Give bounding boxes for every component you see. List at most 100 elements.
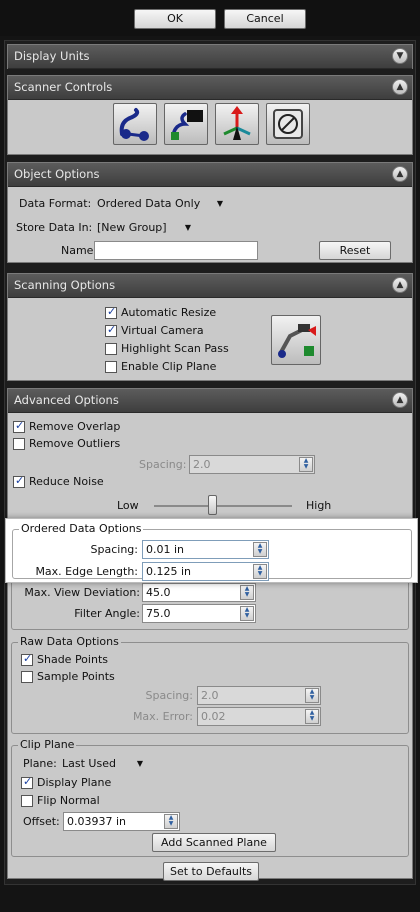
virtual-camera-label: Virtual Camera — [121, 324, 204, 337]
max-view-deviation-label: Max. View Deviation: — [24, 586, 140, 599]
display-plane-checkbox[interactable] — [21, 775, 33, 789]
noise-slider-track[interactable] — [154, 505, 292, 507]
add-scanned-plane-button[interactable]: Add Scanned Plane — [152, 833, 276, 852]
panel-header-display-units[interactable]: Display Units ▼ — [8, 45, 412, 69]
filter-angle-label: Filter Angle: — [74, 607, 140, 620]
panel-scanner-controls: Scanner Controls ▲ — [7, 75, 413, 155]
scanner-settings-icon[interactable] — [266, 103, 310, 145]
name-input[interactable] — [94, 241, 258, 260]
offset-input[interactable]: 0.03937 in ▲ ▼ — [63, 812, 180, 831]
panel-header-advanced-options[interactable]: Advanced Options ▲ — [8, 389, 412, 413]
scanner-tools — [8, 100, 412, 154]
set-to-defaults-button[interactable]: Set to Defaults — [163, 862, 259, 881]
enable-clip-plane-label: Enable Clip Plane — [121, 360, 217, 373]
plane-label: Plane: — [23, 757, 57, 770]
offset-label: Offset: — [23, 815, 60, 828]
chevron-up-icon[interactable]: ▲ — [392, 79, 408, 95]
name-label: Name: — [61, 244, 98, 257]
chevron-up-icon[interactable]: ▲ — [392, 392, 408, 408]
outlier-spacing-input[interactable]: 2.0 ▲ ▼ — [189, 455, 315, 474]
reduce-noise-label: Reduce Noise — [29, 475, 104, 488]
automatic-resize-checkbox[interactable] — [105, 305, 117, 319]
max-edge-length-value: 0.125 in — [146, 565, 192, 578]
max-edge-length-input[interactable]: 0.125 in ▲ ▼ — [142, 562, 269, 581]
highlight-scan-pass-checkbox[interactable] — [105, 343, 117, 355]
coordinate-axes-icon[interactable] — [215, 103, 259, 145]
remove-outliers-label: Remove Outliers — [29, 437, 121, 450]
panel-header-object-options[interactable]: Object Options ▲ — [8, 163, 412, 187]
ok-button[interactable]: OK — [134, 9, 216, 29]
chevron-down-icon: ▼ — [136, 759, 143, 768]
reduce-noise-checkbox[interactable] — [13, 474, 25, 488]
scan-to-object-icon[interactable] — [164, 103, 208, 145]
offset-value: 0.03937 in — [67, 815, 127, 828]
remove-overlap-label: Remove Overlap — [29, 420, 121, 433]
spacing-input[interactable]: 0.01 in ▲ ▼ — [142, 540, 269, 559]
raw-data-title: Raw Data Options — [18, 635, 121, 648]
virtual-camera-checkbox[interactable] — [105, 323, 117, 337]
panel-title: Display Units — [14, 49, 90, 63]
raw-spacing-input[interactable]: 2.0 ▲ ▼ — [197, 686, 321, 705]
cancel-button[interactable]: Cancel — [224, 9, 306, 29]
chevron-up-icon[interactable]: ▲ — [392, 277, 408, 293]
panel-display-units: Display Units ▼ — [7, 44, 413, 69]
highlight-scan-pass-label: Highlight Scan Pass — [121, 342, 229, 355]
spinner-arrows-icon[interactable]: ▲ ▼ — [164, 814, 178, 829]
data-format-value: Ordered Data Only — [97, 197, 201, 210]
outlier-spacing-value: 2.0 — [193, 458, 211, 471]
sample-points-checkbox[interactable] — [21, 671, 33, 683]
spinner-arrows-icon[interactable]: ▲ ▼ — [299, 457, 313, 472]
max-edge-length-label: Max. Edge Length: — [35, 565, 138, 578]
panel-title: Scanning Options — [14, 278, 116, 292]
spinner-arrows-icon[interactable]: ▲ ▼ — [305, 709, 319, 724]
raw-spacing-value: 2.0 — [201, 689, 219, 702]
spinner-arrows-icon[interactable]: ▲ ▼ — [253, 564, 267, 579]
ordered-data-options-highlight: Ordered Data Options Spacing: 0.01 in ▲ ▼… — [5, 518, 418, 583]
store-data-select[interactable]: [New Group] ▼ — [93, 218, 196, 237]
sample-points-label: Sample Points — [37, 670, 115, 683]
panel-title: Scanner Controls — [14, 80, 113, 94]
spinner-arrows-icon[interactable]: ▲ ▼ — [253, 542, 267, 557]
max-view-deviation-value: 45.0 — [146, 586, 171, 599]
max-view-deviation-input[interactable]: 45.0 ▲ ▼ — [142, 583, 256, 602]
flip-normal-checkbox[interactable] — [21, 795, 33, 807]
spacing-value: 0.01 in — [146, 543, 185, 556]
display-plane-label: Display Plane — [37, 776, 112, 789]
max-error-input[interactable]: 0.02 ▲ ▼ — [197, 707, 321, 726]
chevron-down-icon[interactable]: ▼ — [392, 48, 408, 64]
outlier-spacing-label: Spacing: — [139, 458, 187, 471]
spinner-arrows-icon[interactable]: ▲ ▼ — [240, 606, 254, 621]
chevron-down-icon: ▼ — [184, 223, 191, 232]
panel-object-options: Object Options ▲ Data Format: Ordered Da… — [7, 162, 413, 263]
raw-spacing-label: Spacing: — [145, 689, 193, 702]
max-error-label: Max. Error: — [132, 710, 193, 723]
flip-normal-label: Flip Normal — [37, 794, 100, 807]
chevron-down-icon: ▼ — [216, 199, 223, 208]
filter-angle-input[interactable]: 75.0 ▲ ▼ — [142, 604, 256, 623]
store-data-value: [New Group] — [97, 221, 167, 234]
filter-angle-value: 75.0 — [146, 607, 171, 620]
panel-header-scanner-controls[interactable]: Scanner Controls ▲ — [8, 76, 412, 100]
ordered-data-title: Ordered Data Options — [19, 522, 144, 535]
data-format-select[interactable]: Ordered Data Only ▼ — [93, 194, 228, 213]
spinner-arrows-icon[interactable]: ▲ ▼ — [240, 585, 254, 600]
store-data-label: Store Data In: — [16, 221, 93, 234]
enable-clip-plane-checkbox[interactable] — [105, 361, 117, 373]
panel-header-scanning-options[interactable]: Scanning Options ▲ — [8, 274, 412, 298]
scan-arm-icon[interactable] — [113, 103, 157, 145]
plane-select[interactable]: Last Used ▼ — [58, 754, 148, 773]
max-error-value: 0.02 — [201, 710, 226, 723]
plane-value: Last Used — [62, 757, 116, 770]
noise-low-label: Low — [117, 499, 139, 512]
remove-outliers-checkbox[interactable] — [13, 438, 25, 450]
spinner-arrows-icon[interactable]: ▲ ▼ — [305, 688, 319, 703]
chevron-up-icon[interactable]: ▲ — [392, 166, 408, 182]
noise-slider-thumb[interactable] — [207, 495, 217, 515]
panel-advanced-options: Advanced Options ▲ Remove Overlap Remove… — [7, 388, 413, 881]
dialog-top-bar: OK Cancel — [0, 0, 420, 36]
scan-pass-preview-icon[interactable] — [271, 315, 321, 365]
remove-overlap-checkbox[interactable] — [13, 419, 25, 433]
reset-button[interactable]: Reset — [319, 241, 391, 260]
shade-points-checkbox[interactable] — [21, 652, 33, 666]
automatic-resize-label: Automatic Resize — [121, 306, 217, 319]
